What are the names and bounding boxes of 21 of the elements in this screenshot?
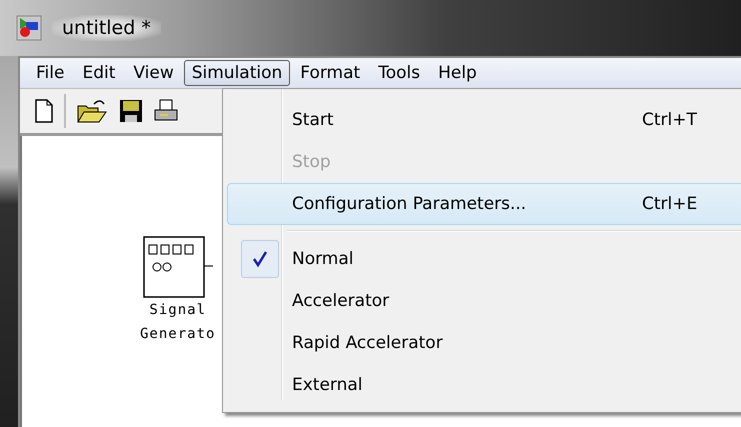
save-icon[interactable]	[118, 98, 144, 124]
menu-bar-item[interactable]: Edit	[74, 60, 124, 86]
menu-item[interactable]: Configuration Parameters... Ctrl+E	[227, 183, 741, 225]
menu-item[interactable]: Normal	[227, 238, 741, 280]
menu-bar-item[interactable]: Help	[430, 60, 485, 86]
menu-item[interactable]: Rapid Accelerator	[227, 322, 741, 364]
menu-bar-item[interactable]: Format	[292, 60, 368, 86]
window-title: untitled *	[52, 15, 161, 41]
open-folder-icon[interactable]	[76, 98, 108, 124]
menu-item[interactable]: Accelerator	[227, 280, 741, 322]
app-icon	[16, 15, 42, 41]
menu-bar-item[interactable]: Simulation	[184, 60, 290, 86]
signal-generator-block[interactable]	[142, 236, 213, 298]
block-label: Signal	[149, 301, 206, 320]
menu-item[interactable]: External	[227, 364, 741, 406]
new-file-icon[interactable]	[34, 99, 54, 123]
menu-bar-item[interactable]: File	[28, 60, 72, 86]
block-label: Generato	[140, 325, 216, 344]
menu-item[interactable]: Start Ctrl+T	[227, 99, 741, 141]
menu-bar-item[interactable]: View	[125, 60, 182, 86]
menu-bar-item[interactable]: Tools	[370, 60, 428, 86]
